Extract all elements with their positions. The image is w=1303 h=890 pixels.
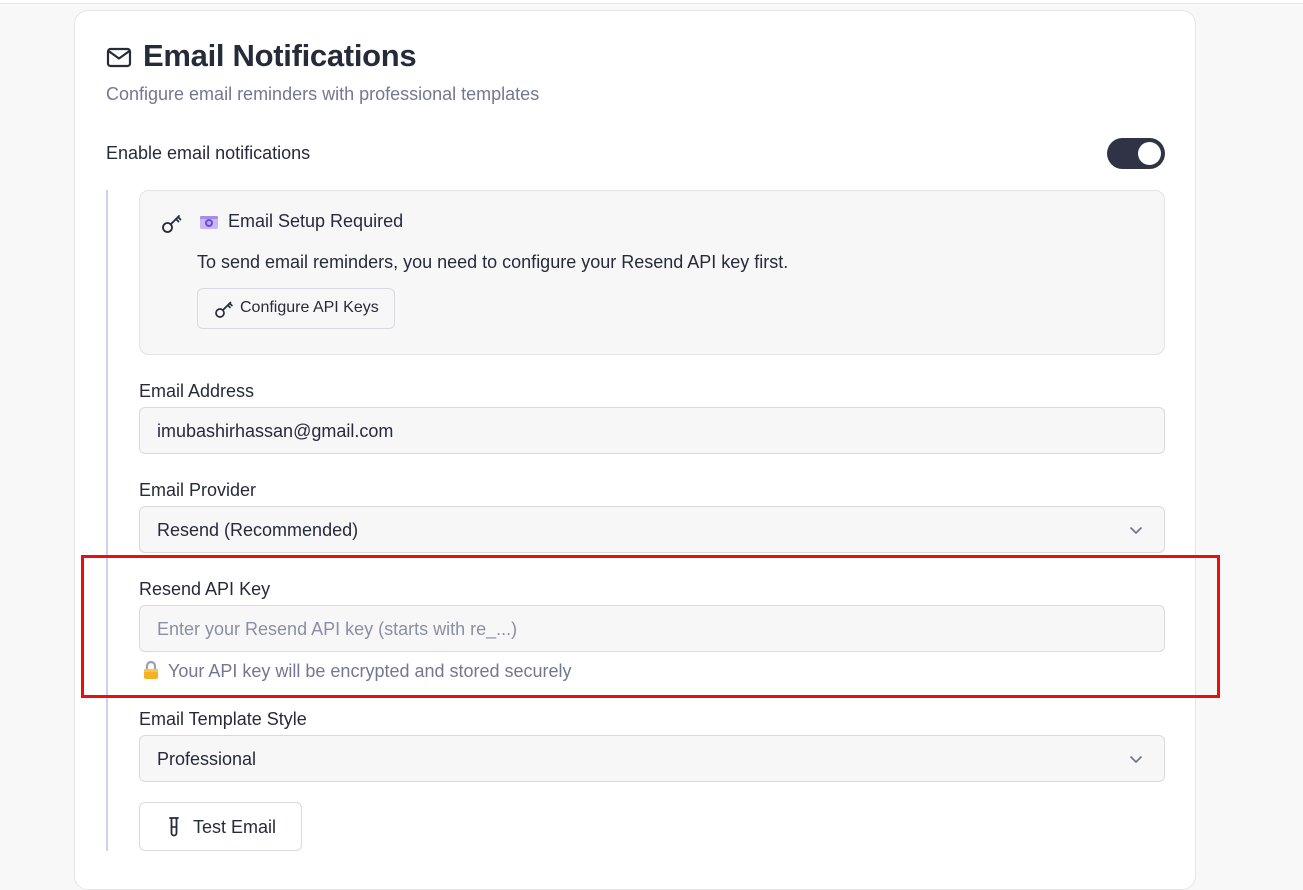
chevron-down-icon <box>1130 756 1142 763</box>
chevron-down-icon <box>1130 527 1142 534</box>
test-email-button[interactable]: Test Email <box>139 802 302 851</box>
email-provider-value: Resend (Recommended) <box>157 520 359 540</box>
resend-api-key-placeholder: Enter your Resend API key (starts with r… <box>157 619 518 639</box>
setup-notice-text: To send email reminders, you need to con… <box>197 252 789 272</box>
email-address-value: imubashirhassan@gmail.com <box>157 421 394 441</box>
enable-email-notifications-toggle[interactable] <box>1107 138 1165 169</box>
mail-icon <box>106 47 132 68</box>
camera-emoji-icon <box>200 216 218 229</box>
test-tube-icon <box>169 817 179 837</box>
test-email-label: Test Email <box>193 817 277 837</box>
page-subtitle: Configure email reminders with professio… <box>106 84 540 104</box>
resend-api-key-label: Resend API Key <box>139 579 271 599</box>
top-divider <box>0 0 1303 4</box>
lock-icon <box>144 660 158 679</box>
setup-notice-title: Email Setup Required <box>228 211 404 231</box>
configure-api-keys-label: Configure API Keys <box>240 299 379 316</box>
key-icon <box>215 301 233 318</box>
enable-email-notifications-label: Enable email notifications <box>106 143 311 163</box>
email-provider-select[interactable]: Resend (Recommended) <box>139 506 1165 553</box>
email-provider-label: Email Provider <box>139 480 257 500</box>
resend-api-key-input[interactable]: Enter your Resend API key (starts with r… <box>139 605 1165 652</box>
email-address-label: Email Address <box>139 381 255 401</box>
email-address-input[interactable]: imubashirhassan@gmail.com <box>139 407 1165 454</box>
key-icon <box>162 215 182 233</box>
page-title: Email Notifications <box>143 38 417 73</box>
email-template-style-select[interactable]: Professional <box>139 735 1165 782</box>
toggle-knob <box>1138 142 1161 165</box>
api-key-security-note-text: Your API key will be encrypted and store… <box>168 661 572 681</box>
section-indent-line <box>106 190 108 851</box>
api-key-security-note: Your API key will be encrypted and store… <box>142 660 572 682</box>
email-template-style-label: Email Template Style <box>139 709 307 729</box>
configure-api-keys-button[interactable]: Configure API Keys <box>197 288 395 329</box>
email-template-style-value: Professional <box>157 749 257 769</box>
